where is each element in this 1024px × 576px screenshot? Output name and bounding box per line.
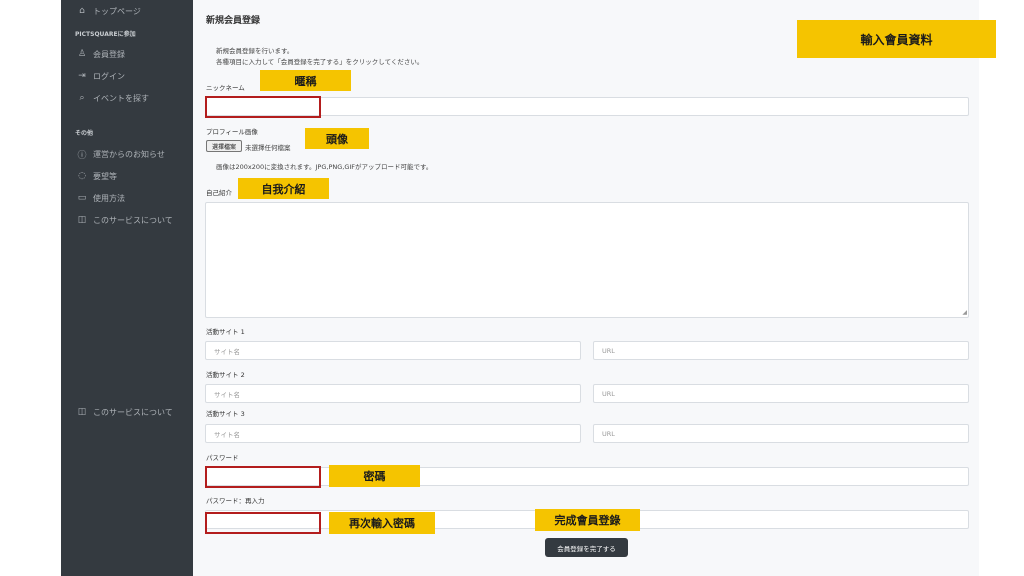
site1-name-input[interactable]: サイト名 [205, 341, 581, 360]
choose-file-button[interactable]: 選擇檔案 [206, 140, 242, 152]
site2-url-input[interactable]: URL [593, 384, 969, 403]
password-confirm-highlight-box [205, 512, 321, 534]
sidebar: ⌂ トップページ PICTSQUAREに参加 ♙ 会員登録 ⇥ ログイン ⌕ イ… [61, 0, 193, 576]
sidebar-item-requests[interactable]: ◌ 要望等 [75, 169, 117, 183]
sidebar-item-login[interactable]: ⇥ ログイン [75, 69, 125, 83]
bio-textarea[interactable]: ◢ [205, 202, 969, 318]
annotation-avatar: 頭像 [305, 128, 369, 149]
home-icon: ⌂ [79, 6, 85, 16]
image-note: 画像は200x200に変換されます。JPG,PNG,GIFがアップロード可能です… [216, 163, 433, 171]
form-description-line2: 各種項目に入力して「会員登録を完了する」をクリックしてください。 [216, 58, 424, 66]
book-icon: ◫ [77, 215, 87, 225]
chat-icon: ◌ [78, 171, 86, 181]
site2-name-input[interactable]: サイト名 [205, 384, 581, 403]
sidebar-item-label: ログイン [93, 71, 125, 81]
sidebar-item-label: 使用方法 [93, 193, 125, 203]
sidebar-item-about[interactable]: ◫ このサービスについて [75, 213, 173, 227]
sidebar-item-label: 会員登録 [93, 49, 125, 59]
search-icon: ⌕ [79, 93, 85, 103]
sidebar-item-label: このサービスについて [93, 407, 173, 417]
annotation-password: 密碼 [329, 465, 420, 487]
sidebar-item-label: 要望等 [93, 171, 117, 181]
annotation-complete-register: 完成會員登錄 [535, 509, 640, 531]
sidebar-item-news[interactable]: ⓘ 運営からのお知らせ [75, 147, 165, 161]
annotation-self-intro: 自我介紹 [238, 178, 329, 199]
form-description-line1: 新規会員登録を行います。 [216, 47, 294, 55]
sidebar-item-about-bottom[interactable]: ◫ このサービスについて [75, 405, 173, 419]
site3-url-input[interactable]: URL [593, 424, 969, 443]
user-plus-icon: ♙ [77, 49, 87, 59]
login-icon: ⇥ [78, 71, 86, 81]
submit-register-button[interactable]: 会員登録を完了する [545, 538, 628, 557]
sidebar-item-top-page[interactable]: ⌂ トップページ [75, 4, 141, 18]
annotation-nickname: 暱稱 [260, 70, 351, 91]
profile-image-label: プロフィール画像 [206, 128, 258, 136]
info-icon: ⓘ [77, 150, 87, 161]
nickname-label: ニックネーム [206, 84, 245, 92]
sidebar-item-label: 運営からのお知らせ [93, 149, 165, 159]
nickname-highlight-box [205, 96, 321, 118]
bio-label: 自己紹介 [206, 189, 232, 197]
sidebar-item-find-events[interactable]: ⌕ イベントを探す [75, 91, 149, 105]
resize-handle-icon[interactable]: ◢ [962, 309, 967, 316]
page-title: 新規会員登録 [206, 16, 261, 26]
password-highlight-box [205, 466, 321, 488]
annotation-input-member-info: 輸入會員資料 [797, 20, 996, 58]
book-icon: ◫ [77, 407, 87, 417]
password-label: パスワード [206, 454, 239, 462]
site1-url-input[interactable]: URL [593, 341, 969, 360]
file-status: 未選擇任何檔案 [245, 144, 291, 152]
site2-label: 活動サイト 2 [206, 371, 245, 379]
site3-label: 活動サイト 3 [206, 410, 245, 418]
sidebar-section-other: その他 [75, 130, 94, 137]
sidebar-section-join: PICTSQUAREに参加 [75, 31, 136, 38]
sidebar-item-label: イベントを探す [93, 93, 149, 103]
comment-icon: ▭ [77, 193, 87, 203]
sidebar-item-label: トップページ [93, 6, 141, 16]
sidebar-item-label: このサービスについて [93, 215, 173, 225]
sidebar-item-usage[interactable]: ▭ 使用方法 [75, 191, 125, 205]
password-confirm-label: パスワード：再入力 [206, 497, 265, 505]
site1-label: 活動サイト 1 [206, 328, 245, 336]
site3-name-input[interactable]: サイト名 [205, 424, 581, 443]
screenshot-stage: ⌂ トップページ PICTSQUAREに参加 ♙ 会員登録 ⇥ ログイン ⌕ イ… [0, 0, 1024, 576]
sidebar-item-register[interactable]: ♙ 会員登録 [75, 47, 125, 61]
annotation-password-again: 再次輸入密碼 [329, 512, 435, 534]
